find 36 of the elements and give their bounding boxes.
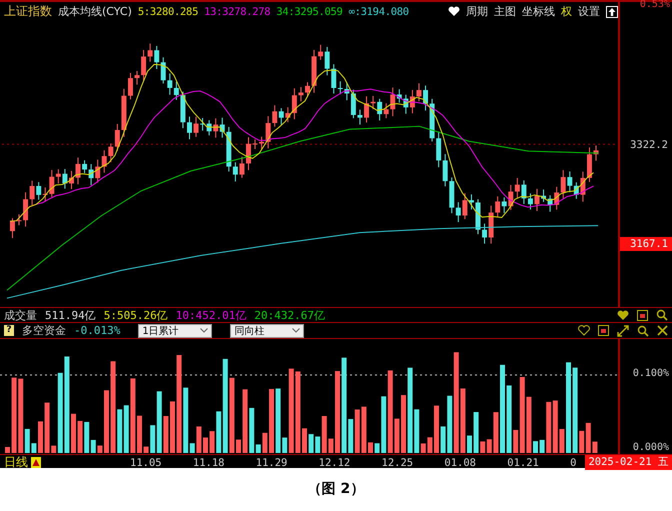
dropdown[interactable]: 1日累计 (138, 324, 212, 338)
date-label: 01.08 (444, 456, 476, 468)
current-date: 2025-02-21 五 (585, 455, 672, 470)
percent-label: 0.000% (632, 442, 669, 453)
price-label: 3322.2 (629, 138, 669, 152)
volume-average-value: 10:452.01亿 (176, 308, 246, 322)
date-label: 0 (570, 456, 576, 468)
moving-average-value: 34:3295.059 (276, 6, 343, 18)
date-label: 11.18 (192, 456, 224, 468)
date-label: 01.21 (507, 456, 539, 468)
indicator-value: -0.013% (74, 324, 120, 337)
menu-item[interactable]: 设置 (578, 4, 600, 20)
volume-value: 511.94亿 (45, 308, 96, 322)
menu-item[interactable]: 主图 (494, 4, 516, 20)
moving-average-value: ∞:3194.080 (348, 6, 409, 18)
indicator-name[interactable]: 成本均线(CYC) (58, 4, 132, 20)
percent-label: 0.100% (632, 368, 669, 379)
moving-average-value: 13:3278.278 (204, 6, 270, 18)
date-label: 12.25 (382, 456, 414, 468)
period-label[interactable]: 日线 (4, 454, 28, 471)
dropdown[interactable]: 同向柱 (230, 324, 304, 338)
figure-caption: （图 2） (306, 480, 366, 498)
date-label: 11.05 (130, 456, 162, 468)
menu-item[interactable]: 周期 (466, 4, 488, 20)
date-label: 11.29 (256, 456, 288, 468)
volume-average-value: 5:505.26亿 (104, 308, 168, 322)
indicator-title: 多空资金 (22, 323, 66, 338)
price-label: 3167.1 (620, 237, 672, 251)
menu-item[interactable]: 权 (561, 4, 572, 20)
volume-average-value: 20:432.67亿 (254, 308, 325, 322)
help-icon[interactable]: ? (4, 325, 14, 336)
date-label: 12.12 (318, 456, 350, 468)
volume-title: 成交量 (4, 308, 37, 322)
index-name[interactable]: 上证指数 (4, 3, 52, 20)
moving-average-value: 5:3280.285 (138, 6, 198, 18)
menu-item[interactable]: 坐标线 (522, 4, 555, 20)
